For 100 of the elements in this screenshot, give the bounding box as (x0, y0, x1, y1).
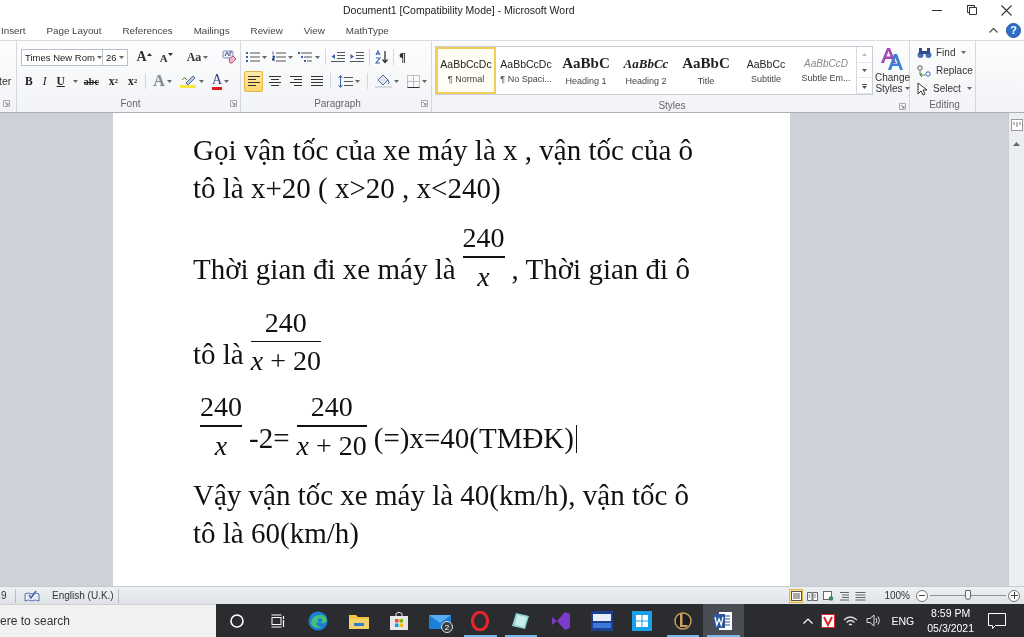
group-label: Paragraph (314, 98, 361, 109)
shrink-font-button[interactable]: A (156, 46, 176, 68)
clock-date[interactable]: 05/3/2021 (927, 620, 974, 636)
ribbon-tab[interactable]: MathType (344, 21, 390, 39)
notepad-icon (511, 611, 530, 630)
plus-icon (1010, 592, 1018, 599)
v-mark-icon[interactable] (820, 613, 835, 628)
ribbon-tab[interactable]: View (302, 21, 326, 39)
document-text: tô là (193, 337, 244, 370)
strikethrough-button[interactable]: abc (79, 70, 103, 92)
caret-icon (355, 79, 360, 83)
folder-icon (348, 612, 369, 629)
mail-button[interactable]: 2 (419, 604, 460, 637)
editing-button[interactable]: Replace (914, 62, 976, 79)
caret-down-icon (167, 52, 173, 56)
zoom-slider-thumb[interactable] (965, 590, 971, 600)
ribbon-tab[interactable]: References (121, 21, 174, 39)
font-color-button[interactable]: A (208, 70, 232, 92)
ruler-icon[interactable] (1010, 119, 1023, 131)
caret-icon (422, 79, 427, 83)
search-field[interactable]: ere to search (0, 604, 216, 637)
ribbon-tab[interactable]: Review (249, 21, 284, 39)
style-item[interactable]: AaBbC Heading 1 (556, 47, 616, 94)
view-icon (806, 590, 818, 601)
caret-icon (961, 51, 967, 54)
dialog-launcher-icon[interactable] (421, 100, 428, 107)
web-layout-button[interactable] (821, 588, 836, 603)
indent-icon (350, 51, 364, 63)
dialog-launcher-icon[interactable] (230, 100, 237, 107)
zoom-level-button[interactable]: 100% (884, 590, 910, 601)
text-cursor (576, 425, 578, 453)
multilevel-list-icon (298, 51, 313, 63)
style-preview: AaBbCcDc (440, 57, 492, 70)
input-language[interactable]: ENG (891, 614, 915, 627)
group-label: Styles (658, 99, 686, 111)
caret-icon (198, 79, 204, 83)
editing-button[interactable]: Find (914, 44, 970, 61)
underline-button[interactable]: U (52, 70, 69, 92)
editing-button[interactable]: Select (914, 80, 975, 97)
style-item[interactable]: AaBbCc Subtitle (736, 47, 796, 94)
caret-icon (166, 79, 172, 83)
language-status[interactable]: English (U.K.) (52, 590, 114, 601)
restore-icon (966, 5, 977, 15)
bow-tie-icon (552, 611, 571, 630)
document-text: Vậy vận tốc xe máy là 40(km/h), vận tốc ô (193, 478, 690, 511)
vertical-scrollbar[interactable] (1008, 113, 1024, 586)
ribbon-tab[interactable]: Mailings (192, 21, 231, 39)
print-layout-button[interactable] (789, 588, 804, 603)
word-count-status[interactable]: 9 (1, 590, 11, 601)
format-painter-label[interactable]: ter (0, 75, 12, 87)
highlighter-icon (179, 74, 197, 88)
document-text: -2= (249, 422, 290, 454)
font-size-field[interactable]: 26 (102, 48, 128, 66)
speaker-icon[interactable] (865, 614, 881, 627)
style-item[interactable]: AaBbCcDc ¶ No Spaci... (496, 47, 556, 94)
zoom-in-button[interactable] (1008, 589, 1020, 602)
caret-icon (862, 69, 867, 72)
align-lines-icon (247, 76, 260, 86)
change-case-button[interactable]: Aa (183, 46, 212, 68)
align-left-button[interactable] (244, 70, 263, 92)
dialog-launcher-icon[interactable] (899, 103, 906, 110)
ribbon-tab[interactable]: Page Layout (45, 21, 103, 39)
proofing-book-icon[interactable] (24, 589, 40, 602)
four-pane-icon (632, 610, 653, 631)
minus-icon (919, 595, 925, 596)
style-item[interactable]: AaBbCc Heading 2 (616, 47, 676, 94)
chevron-up-icon[interactable] (802, 617, 813, 624)
help-button[interactable]: ? (1006, 22, 1021, 38)
italic-button[interactable]: I (38, 70, 51, 92)
math-fraction: 240 x (461, 222, 506, 292)
document-app-button[interactable] (703, 604, 744, 637)
numbered-list-icon (272, 51, 286, 63)
document-text: tô là x+20 ( x>20 , x<240) (193, 172, 501, 204)
task-view-icon (270, 613, 285, 628)
collapse-ribbon-icon[interactable] (989, 27, 998, 33)
style-name: Heading 1 (565, 76, 607, 86)
document-text: tô là 60(km/h) (193, 516, 359, 549)
scroll-up-icon[interactable] (1013, 142, 1020, 146)
style-item[interactable]: AaBbCcD Subtle Em... (796, 47, 856, 94)
style-preview: AaBbC (682, 55, 730, 72)
style-item[interactable]: AaBbC Title (676, 47, 736, 94)
style-item[interactable]: AaBbCcDc ¶ Normal (436, 47, 496, 94)
math-fraction: 240 x + 20 (249, 306, 322, 376)
show-marks-button[interactable]: ¶ (397, 46, 409, 68)
dialog-launcher-icon[interactable] (3, 100, 10, 107)
change-styles-button[interactable]: Change Styles (874, 46, 912, 98)
grow-font-button[interactable]: A (133, 46, 155, 68)
crest-icon (673, 610, 692, 631)
zoom-out-button[interactable] (916, 589, 928, 602)
bold-button[interactable]: B (21, 70, 37, 92)
ring-icon (471, 610, 490, 631)
styles-icon (879, 47, 906, 71)
chat-bubble-icon[interactable] (988, 612, 1006, 629)
style-name: Subtitle (751, 73, 781, 84)
wifi-icon[interactable] (842, 614, 858, 627)
style-name: ¶ Normal (447, 73, 485, 84)
clock-time[interactable]: 8:59 PM (931, 605, 971, 621)
ribbon-tab[interactable]: Insert (0, 21, 27, 39)
font-name-field[interactable]: Times New Rom (21, 48, 103, 66)
caret-icon (288, 55, 293, 59)
